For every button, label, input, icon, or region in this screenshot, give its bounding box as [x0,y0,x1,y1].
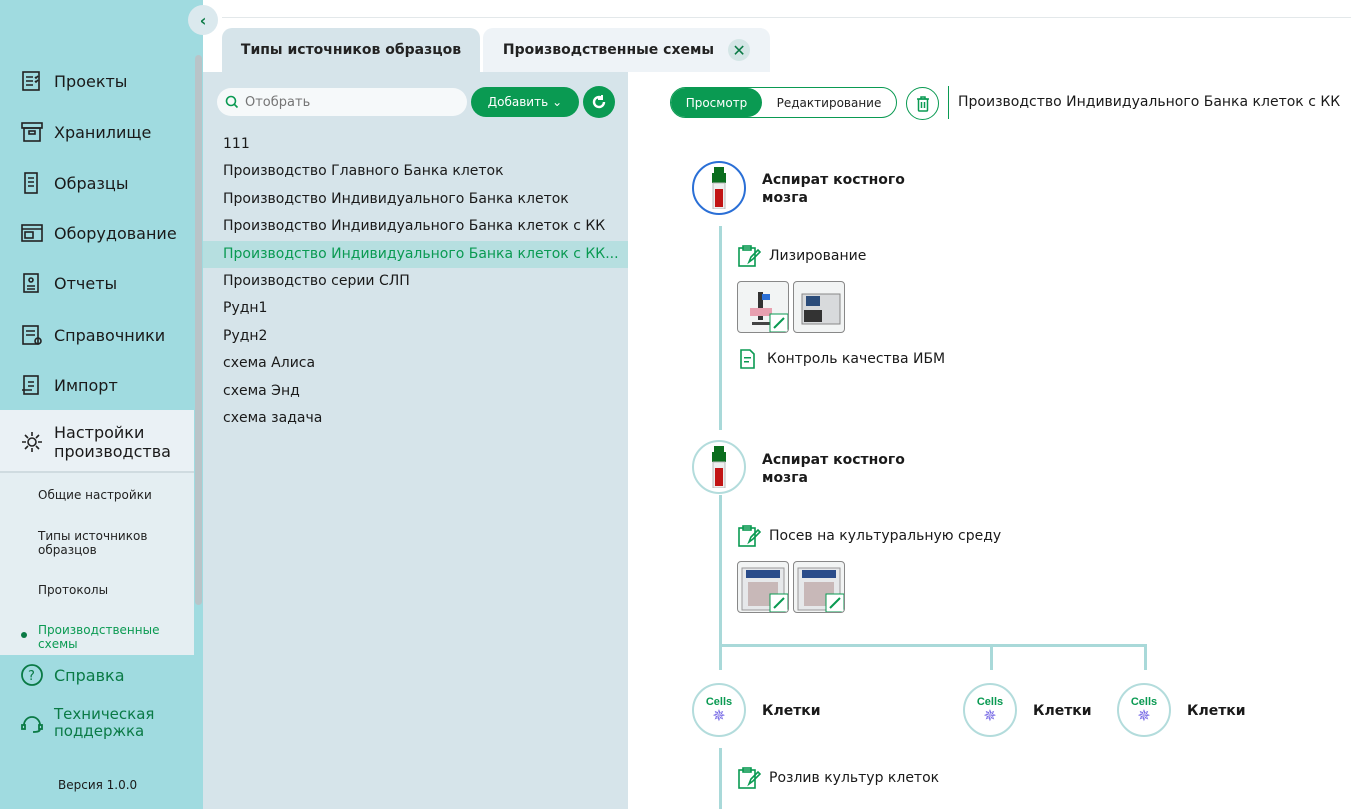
equipment-thumbnail-incubator[interactable] [793,561,845,613]
node-label: Клетки [762,703,821,719]
chevron-left-icon: ‹ [199,10,207,30]
production-settings-label[interactable]: Настройки производства [20,423,184,461]
flow-step[interactable]: Посев на культуральную среду [737,524,1001,548]
add-button[interactable]: Добавить ⌄ [471,87,579,117]
storage-icon [21,122,43,142]
edit-mode-button[interactable]: Редактирование [762,96,896,110]
version: Версия 1.0.0 [58,778,138,792]
clipboard-edit-icon [738,245,761,267]
submenu-general[interactable]: Общие настройки [38,488,152,502]
sidebar-item-support[interactable]: Техническая поддержка [20,706,164,740]
submenu-production-schemes[interactable]: Производственные схемы [38,623,178,651]
cells-icon: ✵ [1137,705,1151,725]
flow-node-aspirate-2[interactable] [692,440,746,494]
sidebar-item-reports[interactable]: Отчеты [20,271,117,295]
delete-button[interactable] [906,87,939,120]
scheme-list-item[interactable]: 111 [203,131,628,158]
scheme-title: Производство Индивидуального Банка клето… [958,94,1341,110]
test-tube-icon [712,167,726,209]
flow-node-cells[interactable]: Cells ✵ [692,683,746,737]
scheme-list-item[interactable]: Производство серии СЛП [203,268,628,295]
scheme-list-item[interactable]: Рудн1 [203,295,628,322]
flow-node-cells[interactable]: Cells ✵ [1117,683,1171,737]
equipment-thumbnail-analyzer[interactable] [793,281,845,333]
top-divider [222,17,1351,18]
connector [1144,644,1147,670]
sidebar-scrollbar[interactable] [195,55,202,605]
sidebar-item-samples[interactable]: Образцы [20,171,128,195]
refresh-button[interactable] [583,86,615,118]
search-icon [225,95,239,109]
tab-sample-source-types[interactable]: Типы источников образцов [222,28,480,72]
equipment-thumbnail-incubator[interactable] [737,561,789,613]
node-label: Клетки [1187,703,1246,719]
sidebar-item-reference[interactable]: Справочники [20,323,165,347]
node-label: Аспират костного мозга [762,172,905,206]
scheme-list-item[interactable]: Производство Главного Банка клеток [203,158,628,185]
sidebar-item-help[interactable]: ? Справка [20,663,125,687]
search-field[interactable] [217,88,467,116]
scheme-list-item[interactable]: Производство Индивидуального Банка клето… [203,213,628,240]
refresh-icon [592,95,606,109]
node-label: Клетки [1033,703,1092,719]
import-icon [22,375,39,395]
scheme-list-item[interactable]: Производство Индивидуального Банка клето… [203,240,628,268]
sidebar-item-equipment[interactable]: Оборудование [20,221,177,245]
sidebar-item-storage[interactable]: Хранилище [20,120,151,144]
search-input[interactable] [245,94,445,110]
flow-step-qc[interactable]: Контроль качества ИБМ [737,348,945,370]
samples-icon [24,172,38,194]
headset-icon [21,716,43,733]
connector [719,748,722,809]
scheme-list-item[interactable]: схема Энд [203,378,628,405]
node-label: Аспират костного мозга [762,452,905,486]
tab-production-schemes[interactable]: Производственные схемы ✕ [483,28,770,72]
scheme-list-item[interactable]: схема Алиса [203,350,628,377]
connector [719,226,722,430]
clipboard-edit-icon [738,525,761,547]
gear-icon [22,432,42,452]
chevron-down-icon: ⌄ [552,95,563,109]
title-divider [948,86,949,119]
mode-toggle[interactable]: Просмотр Редактирование [670,87,897,118]
submenu-sample-source-types[interactable]: Типы источников образцов [38,529,168,557]
reports-icon [23,273,39,293]
flow-step[interactable]: Розлив культур клеток [737,766,939,790]
flow-step[interactable]: Лизирование [737,244,866,268]
projects-icon [22,71,40,91]
submenu-protocols[interactable]: Протоколы [38,583,108,597]
reference-icon [22,325,42,345]
connector [719,644,1147,647]
sidebar-item-projects[interactable]: Проекты [20,69,127,93]
collapse-sidebar-button[interactable]: ‹ [188,5,218,35]
view-mode-button[interactable]: Просмотр [671,88,762,117]
equipment-thumbnail-microscope[interactable] [737,281,789,333]
clipboard-edit-icon [738,767,761,789]
connector [990,644,993,670]
help-icon: ? [21,664,43,686]
scheme-list-item[interactable]: Рудн2 [203,323,628,350]
equipment-icon [21,224,43,242]
svg-text:?: ? [28,669,35,684]
active-dot [21,632,27,638]
sidebar-item-import[interactable]: Импорт [20,373,118,397]
scheme-list-item[interactable]: Производство Индивидуального Банка клето… [203,186,628,213]
close-icon[interactable]: ✕ [728,39,751,61]
cells-icon: ✵ [712,705,726,725]
document-check-icon [740,349,755,369]
trash-icon [916,95,929,112]
cells-icon: ✵ [983,705,997,725]
scheme-list-item[interactable]: схема задача [203,405,628,432]
test-tube-icon [712,446,726,488]
flow-node-cells[interactable]: Cells ✵ [963,683,1017,737]
flow-node-aspirate[interactable] [692,161,746,215]
